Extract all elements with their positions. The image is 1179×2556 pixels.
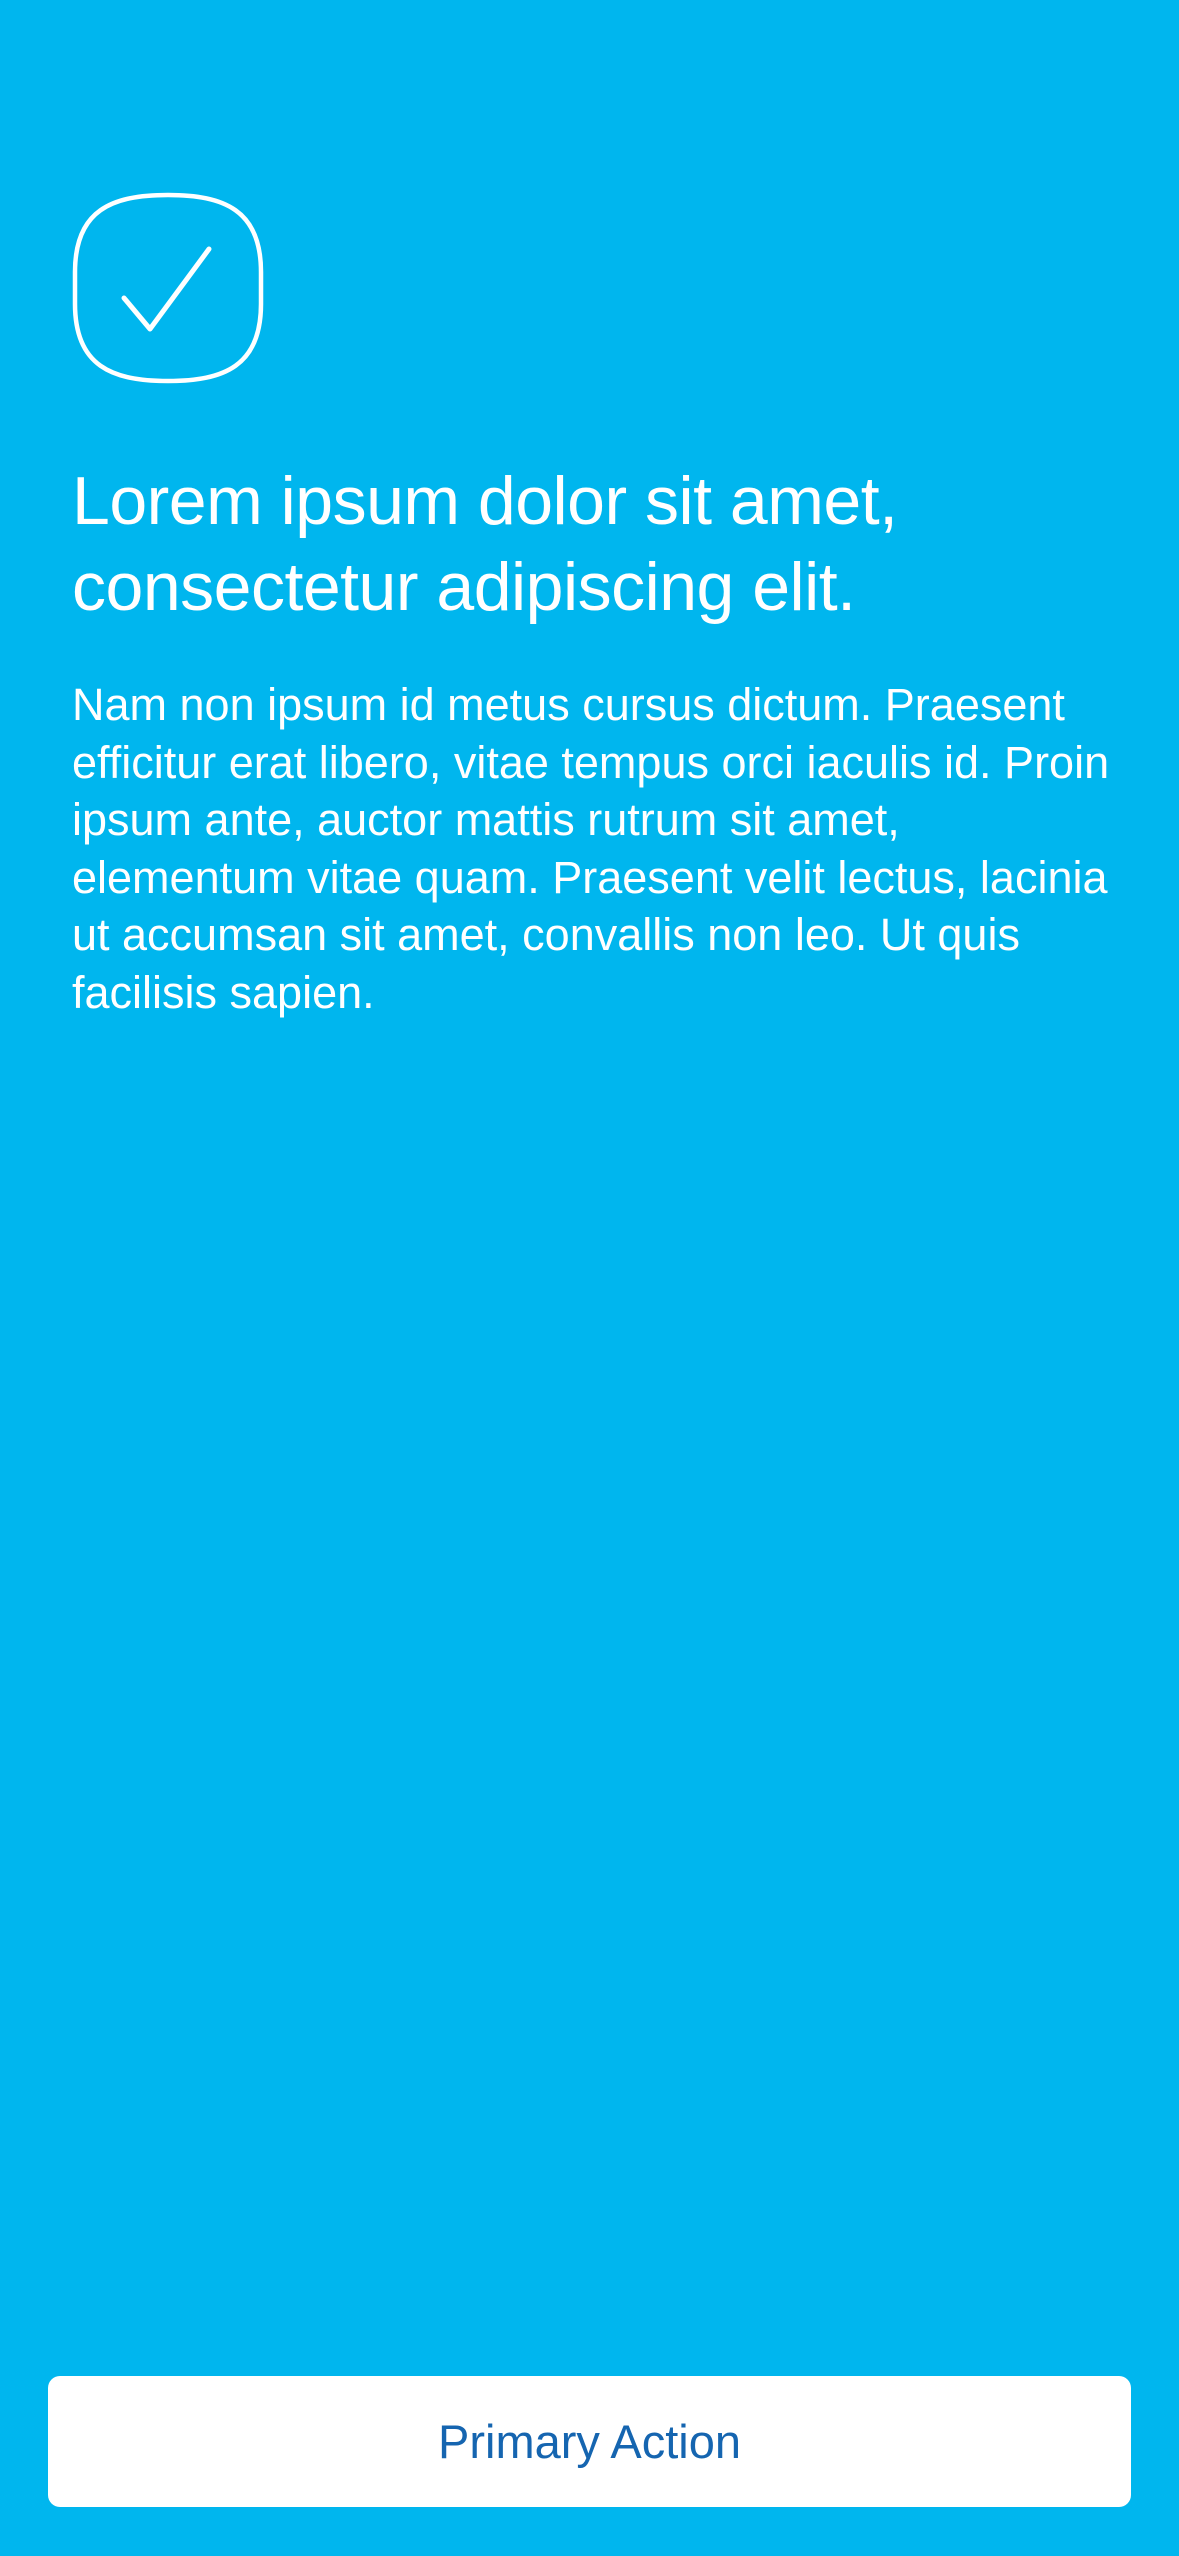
headline: Lorem ipsum dolor sit amet, consectetur …: [72, 463, 898, 625]
onboarding-screen: Lorem ipsum dolor sit amet, consectetur …: [0, 0, 1179, 2556]
body-text: Nam non ipsum id metus cursus dictum. Pr…: [72, 679, 1110, 1018]
checkmark-icon: [72, 192, 264, 384]
primary-action-button[interactable]: Primary Action: [48, 2376, 1131, 2507]
